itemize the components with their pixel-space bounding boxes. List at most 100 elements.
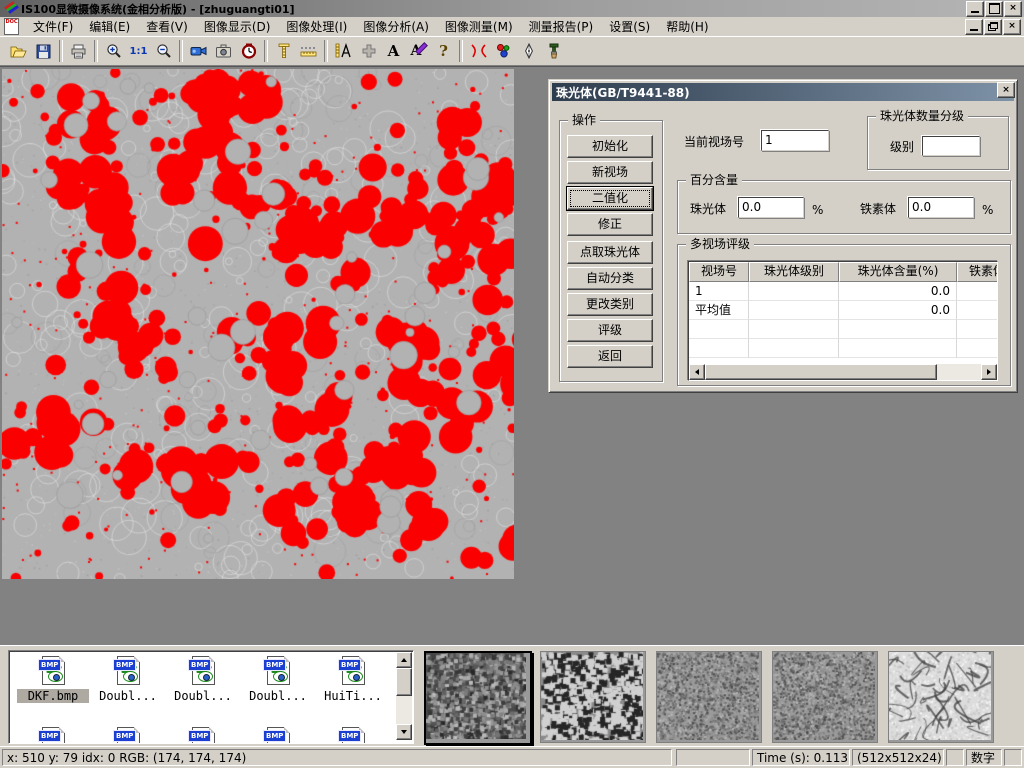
print-button[interactable] xyxy=(66,39,91,64)
menu-file[interactable]: 文件(F) xyxy=(25,16,81,37)
file-name[interactable]: HuiTi... xyxy=(317,689,389,703)
thumbnail-5[interactable] xyxy=(888,651,994,743)
ferrite-percent-input[interactable]: 0.0 xyxy=(908,197,974,218)
caliper-button[interactable] xyxy=(271,39,296,64)
help-button[interactable]: ? xyxy=(431,39,456,64)
menu-image-display[interactable]: 图像显示(D) xyxy=(196,16,279,37)
grade-input[interactable] xyxy=(922,136,980,156)
col-pearlite-grade[interactable]: 珠光体级别 xyxy=(749,262,839,282)
annotate-tool-button[interactable]: A xyxy=(406,39,431,64)
change-class-button[interactable]: 更改类别 xyxy=(567,293,653,316)
actual-size-icon: 1:1 xyxy=(130,46,148,57)
col-ferrite[interactable]: 铁素体 xyxy=(957,262,998,282)
binarize-button[interactable]: 二值化 xyxy=(567,187,653,210)
menu-image-measure[interactable]: 图像测量(M) xyxy=(437,16,521,37)
measure-label-button[interactable] xyxy=(331,39,356,64)
maximize-button[interactable] xyxy=(985,1,1003,17)
return-button[interactable]: 返回 xyxy=(567,345,653,368)
dialog-close-button[interactable]: × xyxy=(997,82,1015,98)
correct-button[interactable]: 修正 xyxy=(567,213,653,236)
thumbnail-1[interactable] xyxy=(424,651,532,745)
file-item[interactable]: BMP Doubl... xyxy=(92,656,164,703)
file-name[interactable]: Doubl... xyxy=(167,689,239,703)
child-minimize-button[interactable] xyxy=(965,19,983,35)
table-row[interactable]: 平均值 0.0 xyxy=(689,301,997,320)
new-field-button[interactable]: 新视场 xyxy=(567,161,653,184)
question-mark-icon: ? xyxy=(439,42,448,60)
dialog-title-text: 珠光体(GB/T9441-88) xyxy=(556,84,690,101)
bmp-file-icon: BMP xyxy=(263,727,293,744)
thumbnail-3[interactable] xyxy=(656,651,762,743)
scrollbar-thumb[interactable] xyxy=(396,668,412,696)
menu-image-processing[interactable]: 图像处理(I) xyxy=(278,16,355,37)
rating-table[interactable]: 视场号 珠光体级别 珠光体含量(%) 铁素体 1 0.0 平均值 xyxy=(688,261,998,381)
minimize-button[interactable] xyxy=(966,1,984,17)
thumbnail-2[interactable] xyxy=(540,651,646,743)
pick-pearlite-button[interactable]: 点取珠光体 xyxy=(567,241,653,264)
pen-tool-button[interactable] xyxy=(516,39,541,64)
col-pearlite-content[interactable]: 珠光体含量(%) xyxy=(839,262,957,282)
zoom-in-button[interactable] xyxy=(101,39,126,64)
document-icon[interactable]: DOC xyxy=(4,18,19,35)
grid-cross-button[interactable] xyxy=(356,39,381,64)
file-name[interactable]: Doubl... xyxy=(242,689,314,703)
pearlite-percent-input[interactable]: 0.0 xyxy=(738,197,804,218)
ruler-button[interactable] xyxy=(296,39,321,64)
text-tool-button[interactable]: A xyxy=(381,39,406,64)
file-name[interactable]: DKF.bmp xyxy=(17,689,89,703)
letter-a-icon: A xyxy=(388,42,400,60)
open-file-button[interactable] xyxy=(6,39,31,64)
table-row[interactable]: 1 0.0 xyxy=(689,282,997,301)
file-browser[interactable]: BMP DKF.bmp BMP Doubl... BMP Doubl... BM… xyxy=(8,650,414,744)
file-item[interactable]: BMP Doubl... xyxy=(167,656,239,703)
child-close-button[interactable]: × xyxy=(1003,19,1021,35)
bmp-file-icon: BMP xyxy=(38,727,68,744)
pen-nib-icon xyxy=(522,43,536,59)
file-item-partial[interactable]: BMP xyxy=(17,727,89,744)
file-item[interactable]: BMP DKF.bmp xyxy=(17,656,89,703)
close-icon: × xyxy=(1008,22,1016,31)
rate-button[interactable]: 评级 xyxy=(567,319,653,342)
menu-help[interactable]: 帮助(H) xyxy=(658,16,716,37)
close-button[interactable]: × xyxy=(1004,1,1022,17)
dialog-title-bar[interactable]: 珠光体(GB/T9441-88) xyxy=(552,83,1014,101)
file-item-partial[interactable]: BMP xyxy=(242,727,314,744)
child-restore-button[interactable] xyxy=(984,19,1002,35)
classify-balls-button[interactable] xyxy=(491,39,516,64)
file-item-partial[interactable]: BMP xyxy=(92,727,164,744)
zoom-out-button[interactable] xyxy=(151,39,176,64)
file-name[interactable]: Doubl... xyxy=(92,689,164,703)
brush-tool-button[interactable] xyxy=(541,39,566,64)
file-item[interactable]: BMP Doubl... xyxy=(242,656,314,703)
initialize-button[interactable]: 初始化 xyxy=(567,135,653,158)
menu-settings[interactable]: 设置(S) xyxy=(601,16,658,37)
file-list-scrollbar[interactable] xyxy=(396,652,412,740)
curve-tool-button[interactable] xyxy=(466,39,491,64)
metallograph-image[interactable] xyxy=(2,69,514,579)
file-item-partial[interactable]: BMP xyxy=(167,727,239,744)
menu-view[interactable]: 查看(V) xyxy=(138,16,196,37)
percent-sign: % xyxy=(982,202,993,218)
status-empty xyxy=(1004,749,1022,766)
file-item[interactable]: BMP HuiTi... xyxy=(317,656,389,703)
auto-classify-button[interactable]: 自动分类 xyxy=(567,267,653,290)
camera-capture-button[interactable] xyxy=(211,39,236,64)
scrollbar-thumb[interactable] xyxy=(705,364,937,380)
timer-button[interactable] xyxy=(236,39,261,64)
scroll-right-button[interactable] xyxy=(981,364,997,380)
scroll-left-button[interactable] xyxy=(689,364,705,380)
col-field-number[interactable]: 视场号 xyxy=(689,262,749,282)
menu-edit[interactable]: 编辑(E) xyxy=(81,16,138,37)
grade-label: 级别 xyxy=(890,139,914,155)
table-horizontal-scrollbar[interactable] xyxy=(689,364,997,380)
menu-measure-report[interactable]: 测量报告(P) xyxy=(521,16,602,37)
scroll-up-button[interactable] xyxy=(396,652,412,668)
video-capture-button[interactable] xyxy=(186,39,211,64)
thumbnail-4[interactable] xyxy=(772,651,878,743)
menu-image-analysis[interactable]: 图像分析(A) xyxy=(355,16,437,37)
save-button[interactable] xyxy=(31,39,56,64)
scroll-down-button[interactable] xyxy=(396,724,412,740)
file-item-partial[interactable]: BMP xyxy=(317,727,389,744)
actual-size-button[interactable]: 1:1 xyxy=(126,39,151,64)
current-field-input[interactable]: 1 xyxy=(761,130,829,151)
